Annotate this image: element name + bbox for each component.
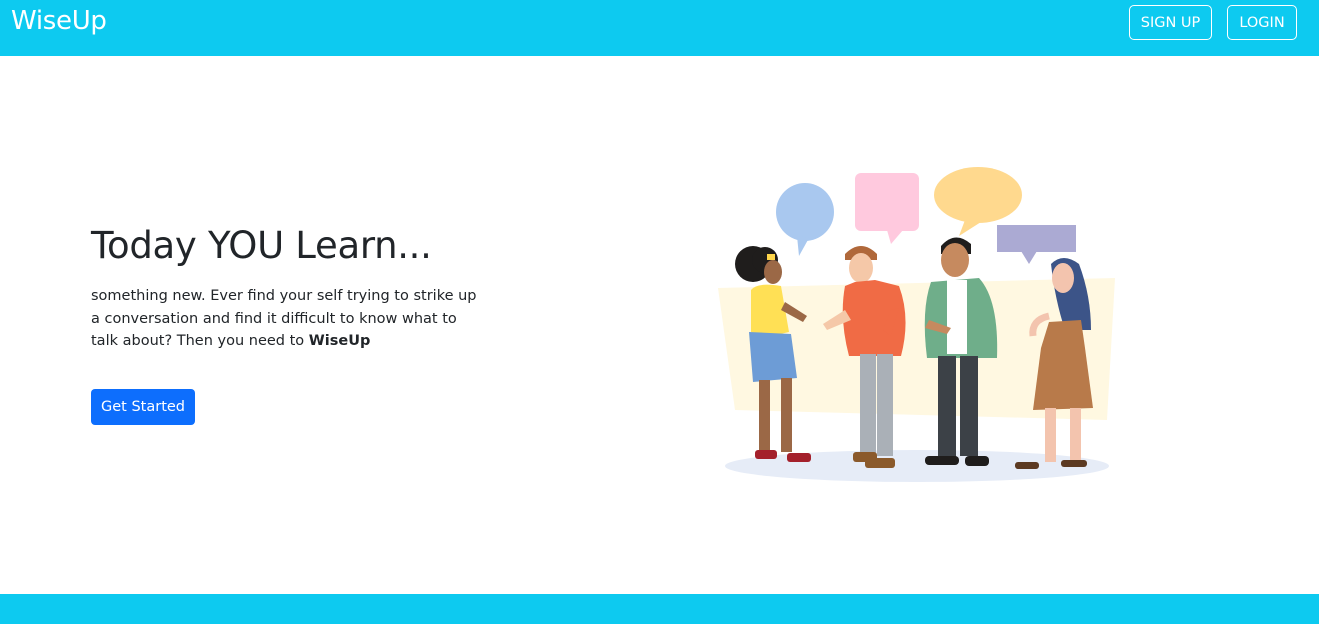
- signup-button[interactable]: SIGN UP: [1129, 5, 1212, 40]
- conversation-illustration: [718, 167, 1115, 482]
- person-green-jacket: [924, 237, 998, 466]
- hero-description-brand: WiseUp: [308, 333, 371, 349]
- top-navbar: WiseUp SIGN UP LOGIN: [0, 0, 1319, 56]
- login-button[interactable]: LOGIN: [1227, 5, 1297, 40]
- hero-description-text: something new. Ever find your self tryin…: [91, 288, 477, 349]
- get-started-button[interactable]: Get Started: [91, 389, 195, 425]
- hero-title: Today YOU Learn...: [91, 224, 432, 267]
- footer-bar: [0, 594, 1319, 624]
- speech-bubble-pink: [855, 173, 919, 244]
- brand-logo[interactable]: WiseUp: [11, 6, 107, 36]
- hero-description: something new. Ever find your self tryin…: [91, 285, 481, 353]
- speech-bubble-blue: [776, 183, 834, 256]
